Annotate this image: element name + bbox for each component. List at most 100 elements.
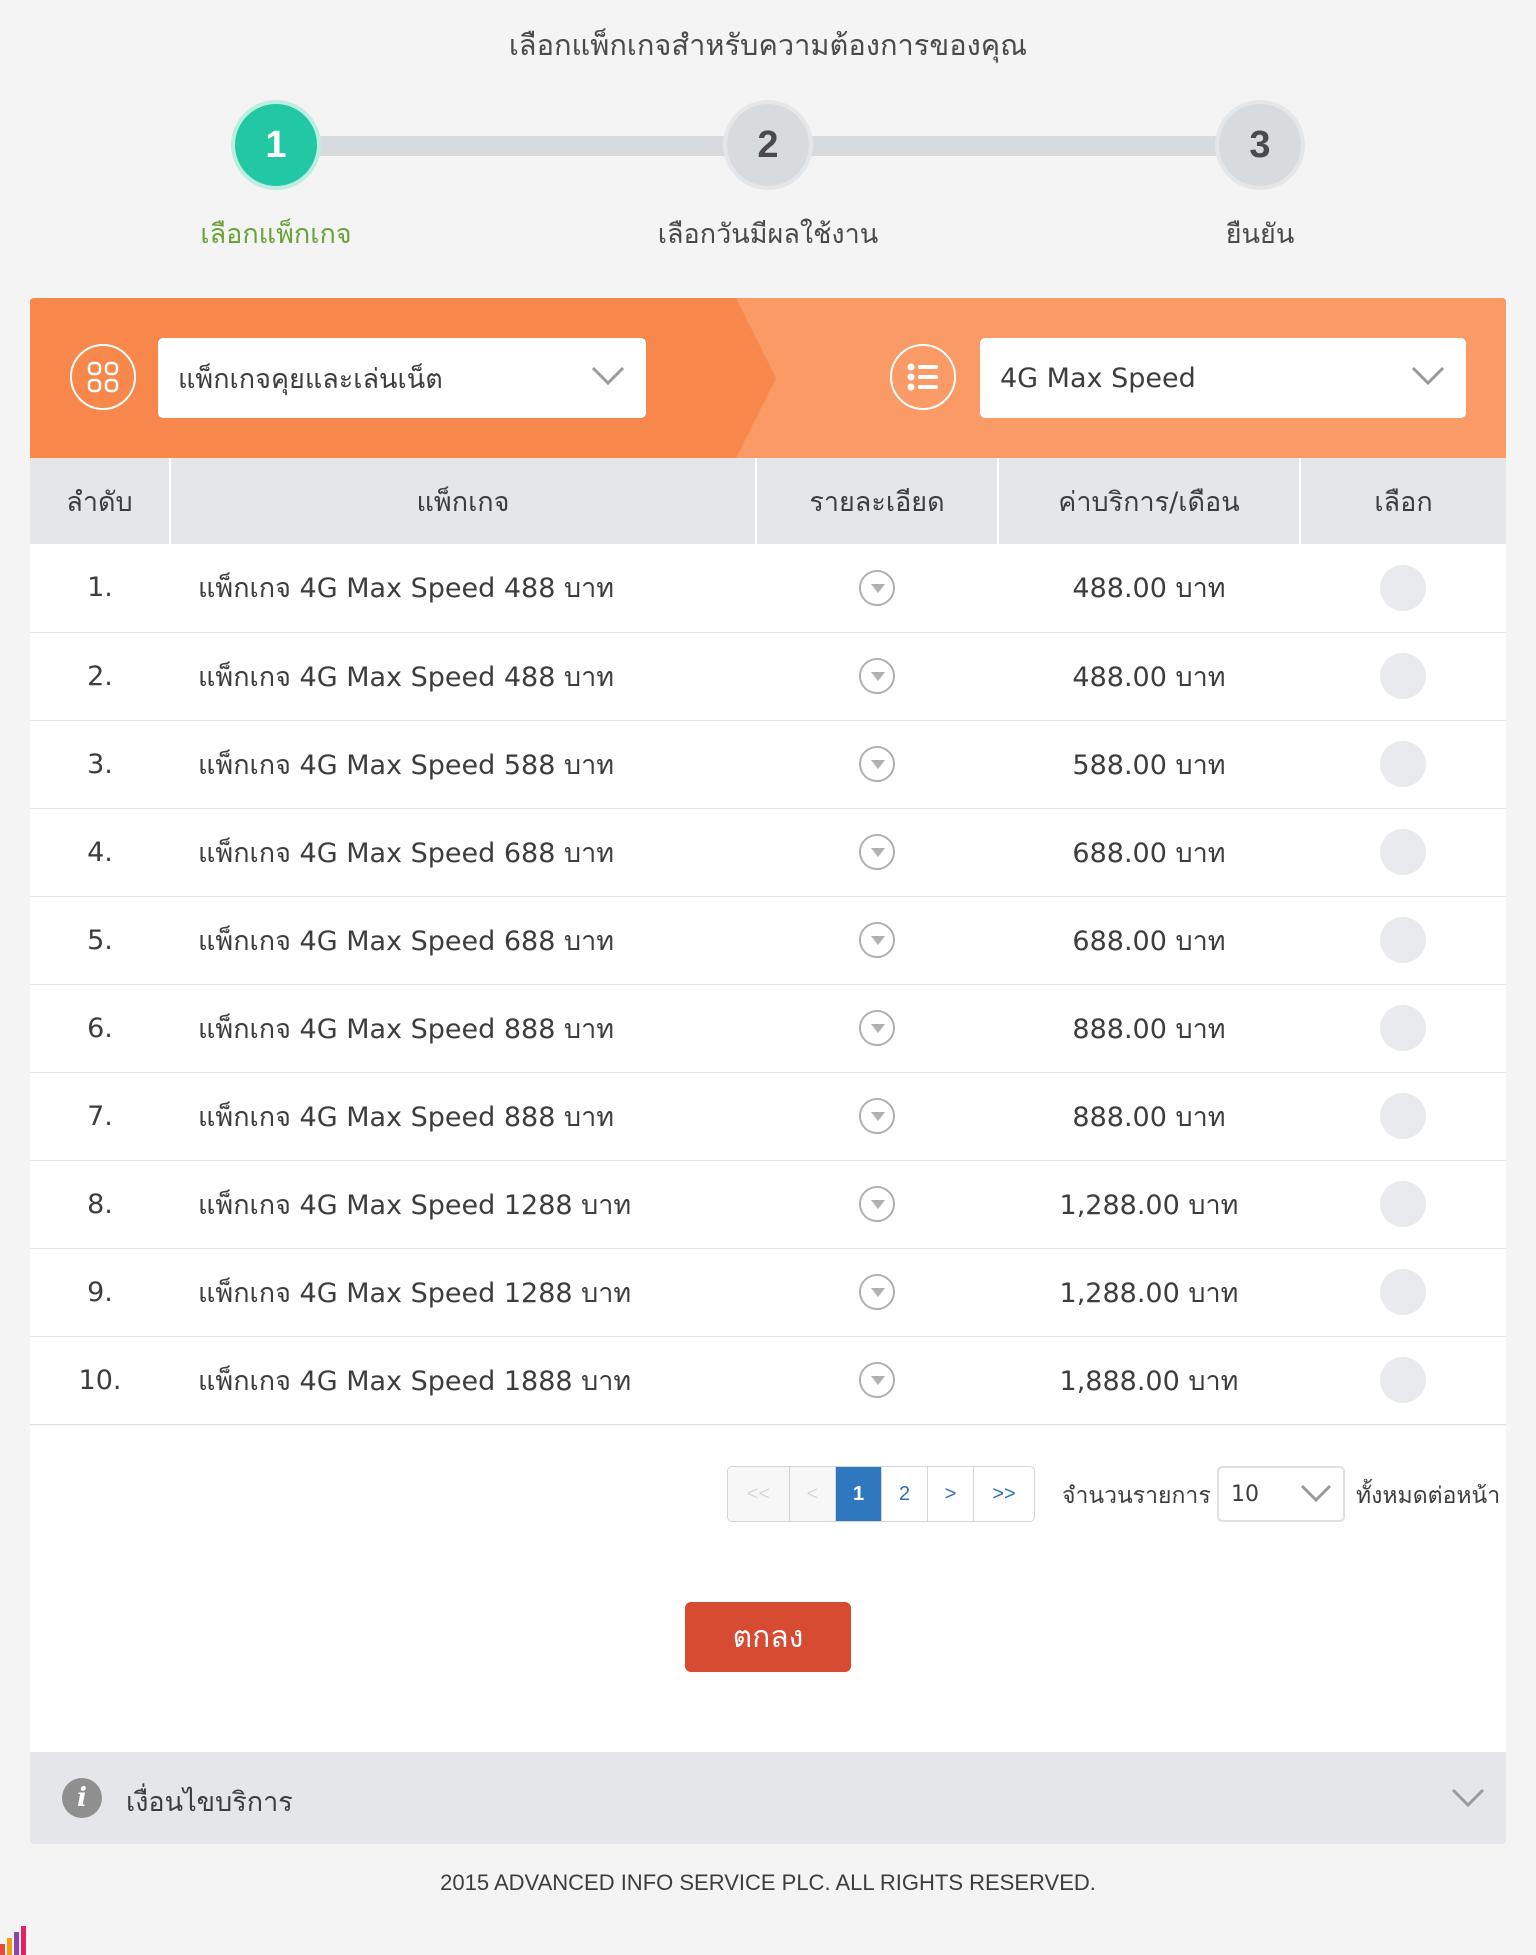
step-label: เลือกแพ็กเกจ: [200, 219, 352, 250]
package-name: แพ็กเกจ 4G Max Speed 688 บาท: [170, 896, 756, 985]
package-name: แพ็กเกจ 4G Max Speed 1888 บาท: [170, 1336, 756, 1425]
detail-cell: [756, 808, 998, 897]
select-radio[interactable]: [1380, 829, 1426, 875]
detail-cell: [756, 1248, 998, 1337]
table-row[interactable]: 3. แพ็กเกจ 4G Max Speed 588 บาท 588.00 บาท: [30, 720, 1506, 809]
select-radio[interactable]: [1380, 1357, 1426, 1403]
subcategory-select-value: 4G Max Speed: [1000, 362, 1196, 394]
filter-bar: แพ็กเกจคุยและเล่นเน็ต 4G Max Speed: [30, 298, 1506, 458]
select-cell: [1300, 1072, 1506, 1161]
table-row[interactable]: 2. แพ็กเกจ 4G Max Speed 488 บาท 488.00 บาท: [30, 632, 1506, 721]
table-row[interactable]: 1. แพ็กเกจ 4G Max Speed 488 บาท 488.00 บาท: [30, 544, 1506, 633]
detail-cell: [756, 632, 998, 721]
header-detail: รายละเอียด: [756, 458, 999, 544]
package-name: แพ็กเกจ 4G Max Speed 1288 บาท: [170, 1248, 756, 1337]
header-select: เลือก: [1300, 458, 1506, 544]
select-radio[interactable]: [1380, 741, 1426, 787]
package-price: 888.00 บาท: [998, 984, 1300, 1073]
step-number: 3: [1215, 100, 1305, 190]
chevron-down-icon: [1450, 1786, 1486, 1814]
expand-detail-icon[interactable]: [859, 1098, 895, 1134]
first-page-button[interactable]: <<: [728, 1467, 790, 1521]
last-page-button[interactable]: >>: [974, 1467, 1034, 1521]
package-price: 588.00 บาท: [998, 720, 1300, 809]
page-title: เลือกแพ็กเกจสำหรับความต้องการของคุณ: [508, 28, 1028, 62]
expand-detail-icon[interactable]: [859, 746, 895, 782]
header-package: แพ็กเกจ: [170, 458, 757, 544]
expand-detail-icon[interactable]: [859, 658, 895, 694]
package-name: แพ็กเกจ 4G Max Speed 1288 บาท: [170, 1160, 756, 1249]
package-name: แพ็กเกจ 4G Max Speed 488 บาท: [170, 632, 756, 721]
prev-page-button[interactable]: <: [790, 1467, 836, 1521]
row-number: 5.: [30, 896, 170, 985]
package-price: 1,888.00 บาท: [998, 1336, 1300, 1425]
table-row[interactable]: 4. แพ็กเกจ 4G Max Speed 688 บาท 688.00 บาท: [30, 808, 1506, 897]
header-no: ลำดับ: [30, 458, 171, 544]
table-row[interactable]: 8. แพ็กเกจ 4G Max Speed 1288 บาท 1,288.00 …: [30, 1160, 1506, 1249]
expand-detail-icon[interactable]: [859, 922, 895, 958]
table-row[interactable]: 5. แพ็กเกจ 4G Max Speed 688 บาท 688.00 บาท: [30, 896, 1506, 985]
list-icon: [890, 344, 956, 410]
package-price: 688.00 บาท: [998, 896, 1300, 985]
step-3: 3 ยืนยัน: [1110, 100, 1410, 255]
select-radio[interactable]: [1380, 1005, 1426, 1051]
row-number: 3.: [30, 720, 170, 809]
page-button-1[interactable]: 1: [836, 1467, 882, 1521]
page-button-2[interactable]: 2: [882, 1467, 928, 1521]
expand-detail-icon[interactable]: [859, 1186, 895, 1222]
per-page-value: 10: [1231, 1482, 1259, 1507]
expand-detail-icon[interactable]: [859, 1010, 895, 1046]
select-radio[interactable]: [1380, 564, 1426, 611]
select-radio[interactable]: [1380, 1269, 1426, 1315]
select-cell: [1300, 1248, 1506, 1337]
expand-detail-icon[interactable]: [859, 1274, 895, 1310]
package-name: แพ็กเกจ 4G Max Speed 688 บาท: [170, 808, 756, 897]
ok-button[interactable]: ตกลง: [685, 1602, 851, 1672]
package-table: ลำดับ แพ็กเกจ รายละเอียด ค่าบริการ/เดือน…: [30, 458, 1506, 1425]
next-page-button[interactable]: >: [928, 1467, 974, 1521]
table-header-row: ลำดับ แพ็กเกจ รายละเอียด ค่าบริการ/เดือน…: [30, 458, 1506, 544]
table-row[interactable]: 7. แพ็กเกจ 4G Max Speed 888 บาท 888.00 บาท: [30, 1072, 1506, 1161]
row-number: 7.: [30, 1072, 170, 1161]
category-select[interactable]: แพ็กเกจคุยและเล่นเน็ต: [158, 338, 646, 418]
bar-chart-logo-icon: [0, 1920, 30, 1955]
select-cell: [1300, 896, 1506, 985]
package-name: แพ็กเกจ 4G Max Speed 888 บาท: [170, 1072, 756, 1161]
package-price: 488.00 บาท: [998, 632, 1300, 721]
footer-copyright: 2015 ADVANCED INFO SERVICE PLC. ALL RIGH…: [440, 1870, 1096, 1895]
detail-cell: [756, 1160, 998, 1249]
package-price: 1,288.00 บาท: [998, 1248, 1300, 1337]
table-row[interactable]: 10. แพ็กเกจ 4G Max Speed 1888 บาท 1,888.00…: [30, 1336, 1506, 1425]
select-radio[interactable]: [1380, 653, 1426, 699]
row-number: 1.: [30, 544, 170, 633]
pagination: << < 1 2 > >>: [727, 1466, 1035, 1522]
expand-detail-icon[interactable]: [859, 569, 895, 606]
package-price: 1,288.00 บาท: [998, 1160, 1300, 1249]
detail-cell: [756, 544, 998, 633]
table-row[interactable]: 9. แพ็กเกจ 4G Max Speed 1288 บาท 1,288.00 …: [30, 1248, 1506, 1337]
subcategory-select[interactable]: 4G Max Speed: [980, 338, 1466, 418]
select-radio[interactable]: [1380, 1181, 1426, 1227]
detail-cell: [756, 984, 998, 1073]
expand-detail-icon[interactable]: [859, 834, 895, 870]
select-cell: [1300, 720, 1506, 809]
chevron-down-icon: [1299, 1482, 1333, 1510]
info-icon: i: [62, 1778, 102, 1818]
detail-cell: [756, 720, 998, 809]
per-page-select[interactable]: 10: [1217, 1466, 1345, 1522]
row-number: 6.: [30, 984, 170, 1073]
table-body: 1. แพ็กเกจ 4G Max Speed 488 บาท 488.00 บาท…: [30, 544, 1506, 1425]
chevron-down-icon: [590, 364, 626, 395]
per-page-suffix: ทั้งหมดต่อหน้า: [1356, 1483, 1501, 1509]
step-label: ยืนยัน: [1225, 219, 1295, 250]
table-row[interactable]: 6. แพ็กเกจ 4G Max Speed 888 บาท 888.00 บาท: [30, 984, 1506, 1073]
step-1: 1 เลือกแพ็กเกจ: [126, 100, 426, 255]
grid-icon: [70, 344, 136, 410]
select-radio[interactable]: [1380, 917, 1426, 963]
terms-accordion[interactable]: i เงื่อนไขบริการ: [30, 1752, 1506, 1844]
detail-cell: [756, 1072, 998, 1161]
select-cell: [1300, 544, 1506, 633]
expand-detail-icon[interactable]: [859, 1362, 895, 1398]
terms-label: เงื่อนไขบริการ: [126, 1787, 293, 1818]
select-radio[interactable]: [1380, 1093, 1426, 1139]
